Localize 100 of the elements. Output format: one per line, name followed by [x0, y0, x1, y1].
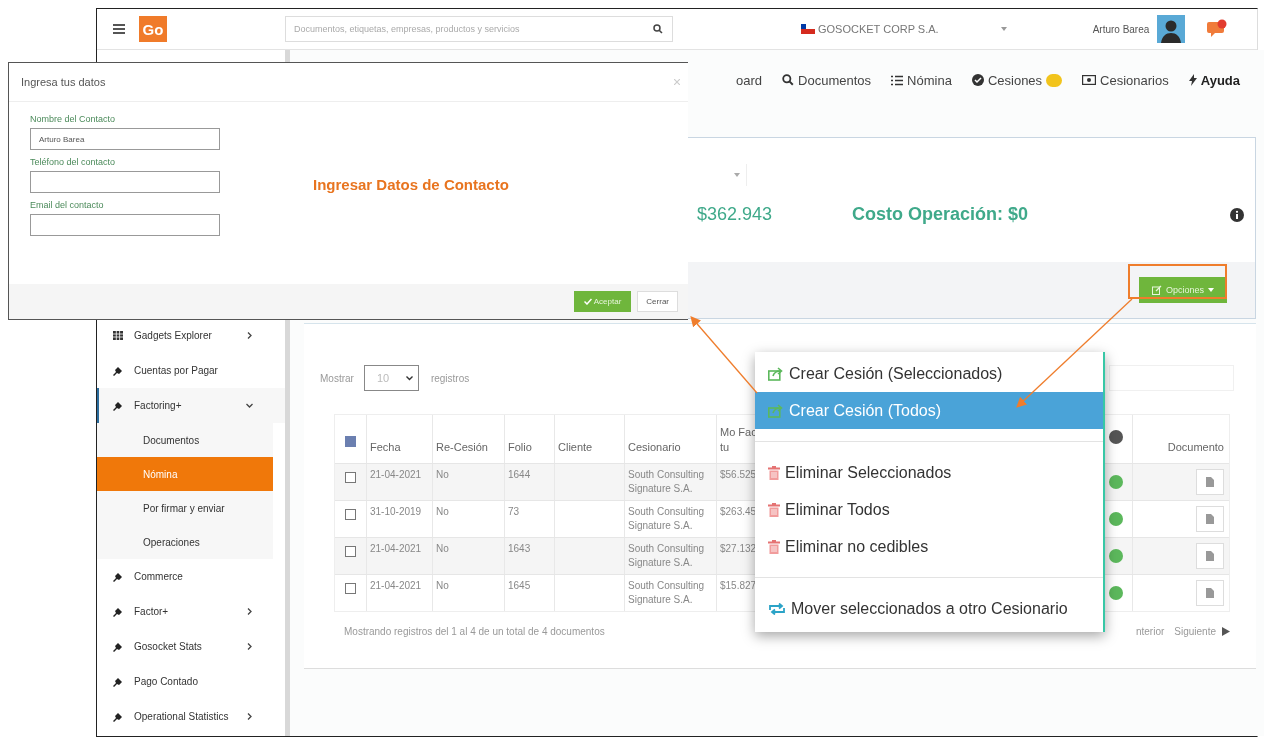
records-info: Mostrando registros del 1 al 4 de un total de 4 documentos — [344, 626, 605, 637]
sidebar-subitem[interactable]: Operaciones — [97, 525, 273, 559]
document-icon — [1206, 514, 1214, 524]
caret-icon — [1208, 288, 1214, 292]
sidebar-item[interactable]: Cuentas por Pagar — [97, 353, 285, 388]
records-label: registros — [430, 372, 470, 384]
document-button[interactable] — [1196, 469, 1224, 495]
menu-item[interactable]: Crear Cesión (Seleccionados) — [755, 355, 1103, 392]
document-icon — [1206, 477, 1214, 487]
table-cell: No — [433, 464, 505, 500]
sidebar-item[interactable]: Commerce — [97, 559, 285, 594]
amount-value: $362.943 — [697, 204, 773, 225]
field-label: Teléfono del contacto — [30, 157, 117, 167]
table-cell: 1644 — [505, 464, 555, 500]
bolt-icon — [1188, 74, 1197, 86]
sidebar-item[interactable]: Gadgets Explorer — [97, 318, 285, 353]
plug-icon — [113, 606, 123, 617]
company-selector[interactable]: GOSOCKET CORP S.A. — [818, 23, 939, 35]
sidebar-item[interactable]: Factoring+ — [97, 388, 285, 423]
select-all-checkbox[interactable] — [345, 435, 356, 447]
row-checkbox[interactable] — [345, 472, 356, 483]
table-cell: 21-04-2021 — [367, 575, 433, 611]
table-cell: South Consulting Signature S.A. — [625, 538, 717, 574]
user-name[interactable]: Arturo Barea — [1092, 23, 1150, 35]
sidebar-subitem[interactable]: Documentos — [97, 423, 273, 457]
chevron-icon — [246, 608, 253, 615]
plug-icon — [113, 400, 123, 411]
dialog-button[interactable]: Cerrar — [637, 291, 678, 312]
table-cell: 1643 — [505, 538, 555, 574]
status-icon — [1109, 475, 1123, 489]
table-cell: No — [433, 575, 505, 611]
show-label: Mostrar — [320, 372, 354, 384]
table-cell: South Consulting Signature S.A. — [625, 464, 717, 500]
chevron-icon — [246, 332, 253, 339]
caret-icon — [734, 173, 740, 177]
list-icon — [891, 74, 904, 86]
cost-value: Costo Operación: $0 — [852, 204, 1029, 225]
info-icon[interactable] — [1230, 207, 1245, 222]
grid-icon — [113, 331, 123, 340]
trash-icon — [768, 465, 780, 480]
swap-icon — [768, 602, 786, 615]
menu-icon[interactable] — [113, 24, 125, 34]
document-button[interactable] — [1196, 580, 1224, 606]
trash-icon — [768, 539, 780, 554]
check-circle-icon — [971, 74, 984, 86]
plug-icon — [113, 571, 123, 582]
document-icon — [1206, 588, 1214, 598]
status-icon — [1109, 430, 1123, 444]
chevron-icon — [246, 643, 253, 650]
caret-icon — [405, 375, 413, 381]
plug-icon — [113, 676, 123, 687]
plug-icon — [113, 641, 123, 652]
field-label: Email del contacto — [30, 200, 105, 210]
share-icon — [768, 403, 784, 418]
sidebar-item[interactable]: Factor+ — [97, 594, 285, 629]
share-icon — [768, 366, 784, 381]
input-field[interactable]: Arturo Barea — [30, 128, 220, 150]
card-icon — [1082, 75, 1097, 85]
field-label: Nombre del Contacto — [30, 114, 117, 124]
table-cell: 21-04-2021 — [367, 538, 433, 574]
status-icon — [1109, 549, 1123, 563]
annotation-title: Ingresar Datos de Contacto — [313, 176, 509, 195]
flag-icon — [801, 24, 815, 34]
caret-icon[interactable] — [1000, 27, 1007, 31]
play-icon[interactable] — [1222, 627, 1230, 636]
nav-tab[interactable]: oard — [736, 72, 763, 88]
chat-icon[interactable] — [1207, 19, 1228, 39]
nav-tab[interactable]: Nómina — [891, 72, 952, 88]
row-checkbox[interactable] — [345, 583, 356, 594]
nav-tab[interactable]: Cesiones — [971, 72, 1063, 88]
document-button[interactable] — [1196, 506, 1224, 532]
sidebar-subitem[interactable]: Por firmar y enviar — [97, 491, 273, 525]
input-field[interactable] — [30, 214, 220, 236]
row-checkbox[interactable] — [345, 509, 356, 520]
search-icon — [782, 74, 795, 86]
nav-tab[interactable]: Documentos — [782, 72, 872, 88]
document-button[interactable] — [1196, 543, 1224, 569]
chevron-icon — [246, 713, 253, 720]
dialog-title: Ingresa tus datos — [21, 76, 106, 88]
plug-icon — [113, 711, 123, 722]
table-cell: South Consulting Signature S.A. — [625, 575, 717, 611]
edit-icon — [1152, 285, 1162, 295]
sidebar-item[interactable]: Gosocket Stats — [97, 629, 285, 664]
trash-icon — [768, 502, 780, 517]
plug-icon — [113, 365, 123, 376]
input-field[interactable] — [30, 171, 220, 193]
chevron-icon — [246, 402, 253, 409]
row-checkbox[interactable] — [345, 546, 356, 557]
filter-field[interactable] — [1109, 365, 1234, 391]
check-icon — [583, 298, 592, 305]
table-cell: No — [433, 538, 505, 574]
sidebar-item[interactable]: Pago Contado — [97, 664, 285, 699]
nav-tab[interactable]: Cesionarios — [1082, 72, 1169, 88]
document-icon — [1206, 551, 1214, 561]
avatar-icon[interactable] — [1157, 15, 1186, 43]
nav-tab[interactable]: Ayuda — [1188, 72, 1240, 88]
status-icon — [1109, 512, 1123, 526]
sidebar-item[interactable]: Operational Statistics — [97, 699, 285, 734]
status-icon — [1109, 586, 1123, 600]
table-cell: 1645 — [505, 575, 555, 611]
